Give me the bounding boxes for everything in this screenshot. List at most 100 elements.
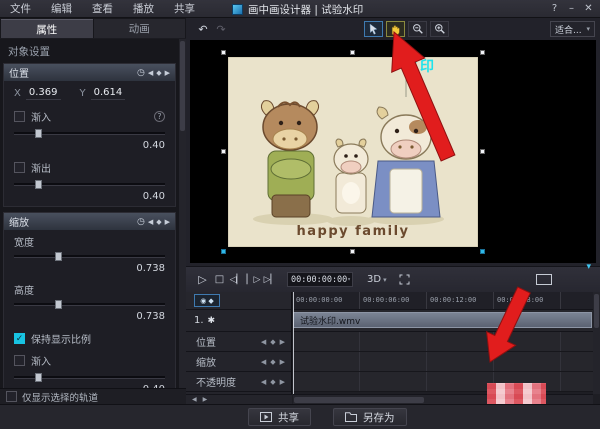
keyframe-next-icon[interactable]: ▶ [165, 69, 170, 77]
timer-icon[interactable]: ◷ [137, 217, 145, 227]
menu-item-file[interactable]: 文件 [0, 0, 41, 18]
width-slider[interactable] [14, 251, 165, 262]
height-label: 高度 [4, 278, 175, 297]
position-group-header[interactable]: 位置 ◷ ◀ ◆ ▶ [4, 64, 175, 81]
row-header-opacity[interactable]: 不透明度 ◀ ◆ ▶ [186, 372, 291, 392]
hand-icon [389, 23, 402, 36]
y-value-field[interactable]: 0.614 [91, 87, 126, 100]
preview-image[interactable]: happy family [228, 57, 478, 247]
minimize-button[interactable]: – [563, 0, 580, 18]
keyframe-icon[interactable]: ◆ [156, 218, 161, 226]
scale-group-header[interactable]: 缩放 ◷ ◀ ◆ ▶ [4, 213, 175, 230]
playhead[interactable] [293, 292, 294, 394]
keyframe-next-icon[interactable]: ▶ [165, 218, 170, 226]
handle-top-left[interactable] [221, 50, 226, 55]
zoom-in-button[interactable] [430, 21, 449, 37]
fullscreen-button[interactable] [399, 274, 410, 285]
y-label: Y [80, 88, 86, 99]
keyframe-icon[interactable]: ◆ [270, 358, 275, 366]
keyframe-icon[interactable]: ◆ [270, 338, 275, 346]
zoom-fit-dropdown[interactable]: 适合... ▾ [550, 21, 595, 37]
ruler-label: 00:00:06:00 [363, 296, 409, 304]
keyframe-prev-icon[interactable]: ◀ [261, 338, 266, 346]
scroll-left-icon[interactable]: ◀ [192, 396, 197, 403]
attribute-star-icon: ✱ [208, 316, 216, 326]
prev-frame-button[interactable]: ◁▏ [228, 271, 245, 289]
menu-item-edit[interactable]: 编辑 [41, 0, 82, 18]
keyframe-prev-icon[interactable]: ◀ [148, 69, 153, 77]
pan-tool-button[interactable] [386, 21, 405, 37]
tab-animation[interactable]: 动画 [94, 19, 186, 38]
timeline-vscrollbar[interactable] [593, 292, 600, 394]
play-button[interactable]: ▷ [194, 271, 211, 289]
timer-icon[interactable]: ◷ [137, 68, 145, 78]
row-header-position[interactable]: 位置 ◀ ◆ ▶ [186, 332, 291, 352]
keyframe-next-icon[interactable]: ▶ [280, 378, 285, 386]
opacity-keyframe-row[interactable] [293, 372, 593, 392]
select-tool-button[interactable] [364, 21, 383, 37]
handle-top-center[interactable] [350, 50, 355, 55]
height-slider[interactable] [14, 299, 165, 310]
timeline-hscrollbar[interactable] [293, 394, 593, 404]
panel-scrollbar[interactable] [179, 39, 186, 388]
tab-attributes[interactable]: 属性 [1, 19, 93, 38]
scale-fade-in-slider[interactable] [14, 372, 165, 383]
scale-keyframe-row[interactable] [293, 352, 593, 372]
help-icon[interactable]: ? [154, 111, 165, 122]
stop-button[interactable]: □ [211, 271, 228, 289]
share-icon [260, 412, 272, 422]
timeline-ruler[interactable]: 00:00:00:00 00:00:06:00 00:00:12:00 00:0… [293, 292, 593, 310]
position-keyframe-row[interactable] [293, 332, 593, 352]
track-header[interactable]: 1. ✱ [186, 310, 291, 332]
help-button[interactable]: ? [546, 0, 563, 18]
3d-label: 3D [367, 274, 381, 285]
keyframe-mode-button[interactable]: ◉ ◆ [194, 294, 220, 307]
keyframe-prev-icon[interactable]: ◀ [261, 358, 266, 366]
3d-mode-button[interactable]: 3D ▾ [367, 274, 387, 285]
timeline-scroll-left-arrows[interactable]: ◀ ▶ [186, 394, 292, 404]
fade-out-checkbox[interactable] [14, 162, 25, 173]
zoom-out-icon [412, 23, 424, 35]
keyframe-icon[interactable]: ◆ [156, 69, 161, 77]
next-frame-button[interactable]: ▏▷ [245, 271, 262, 289]
scroll-right-icon[interactable]: ▶ [203, 396, 208, 403]
keyframe-prev-icon[interactable]: ◀ [261, 378, 266, 386]
keyframe-icon: ◆ [208, 297, 213, 305]
fade-in-checkbox[interactable] [14, 111, 25, 122]
position-fade-out-slider[interactable] [14, 179, 165, 190]
zoom-out-button[interactable] [408, 21, 427, 37]
keep-ratio-checkbox[interactable]: ✓ [14, 333, 25, 344]
display-monitor-icon[interactable] [536, 274, 552, 285]
undo-icon[interactable]: ↶ [194, 21, 212, 37]
handle-bottom-left[interactable] [221, 249, 226, 254]
keyframe-next-icon[interactable]: ▶ [280, 338, 285, 346]
menu-item-share[interactable]: 共享 [164, 0, 205, 18]
redo-icon[interactable]: ↷ [212, 21, 230, 37]
save-as-button[interactable]: 另存为 [333, 408, 407, 426]
share-button[interactable]: 共享 [248, 408, 311, 426]
handle-mid-right[interactable] [480, 149, 485, 154]
last-frame-button[interactable]: ▷▏ [262, 271, 279, 289]
show-selected-track-checkbox[interactable] [6, 391, 17, 402]
handle-bottom-right[interactable] [480, 249, 485, 254]
menu-item-view[interactable]: 查看 [82, 0, 123, 18]
timecode-field[interactable]: 00:00:00:00 ▾ [287, 272, 353, 287]
close-button[interactable]: ✕ [580, 0, 597, 18]
x-value-field[interactable]: 0.369 [26, 87, 61, 100]
position-fade-in-slider[interactable] [14, 128, 165, 139]
keyframe-icon[interactable]: ◆ [270, 378, 275, 386]
handle-top-right[interactable] [480, 50, 485, 55]
image-caption: happy family [297, 224, 410, 239]
row-label: 不透明度 [196, 374, 236, 389]
collapse-chevron-icon[interactable]: ▾ [586, 262, 591, 272]
ruler-label: 00:00:18:00 [497, 296, 543, 304]
handle-bottom-center[interactable] [350, 249, 355, 254]
keyframe-next-icon[interactable]: ▶ [280, 358, 285, 366]
handle-mid-left[interactable] [221, 149, 226, 154]
keyframe-prev-icon[interactable]: ◀ [148, 218, 153, 226]
clip-item[interactable]: 试验水印.wmv [293, 312, 592, 328]
preview-canvas[interactable]: happy family 水印 [190, 40, 596, 263]
menu-item-play[interactable]: 播放 [123, 0, 164, 18]
scale-fade-in-checkbox[interactable] [14, 355, 25, 366]
row-header-scale[interactable]: 缩放 ◀ ◆ ▶ [186, 352, 291, 372]
